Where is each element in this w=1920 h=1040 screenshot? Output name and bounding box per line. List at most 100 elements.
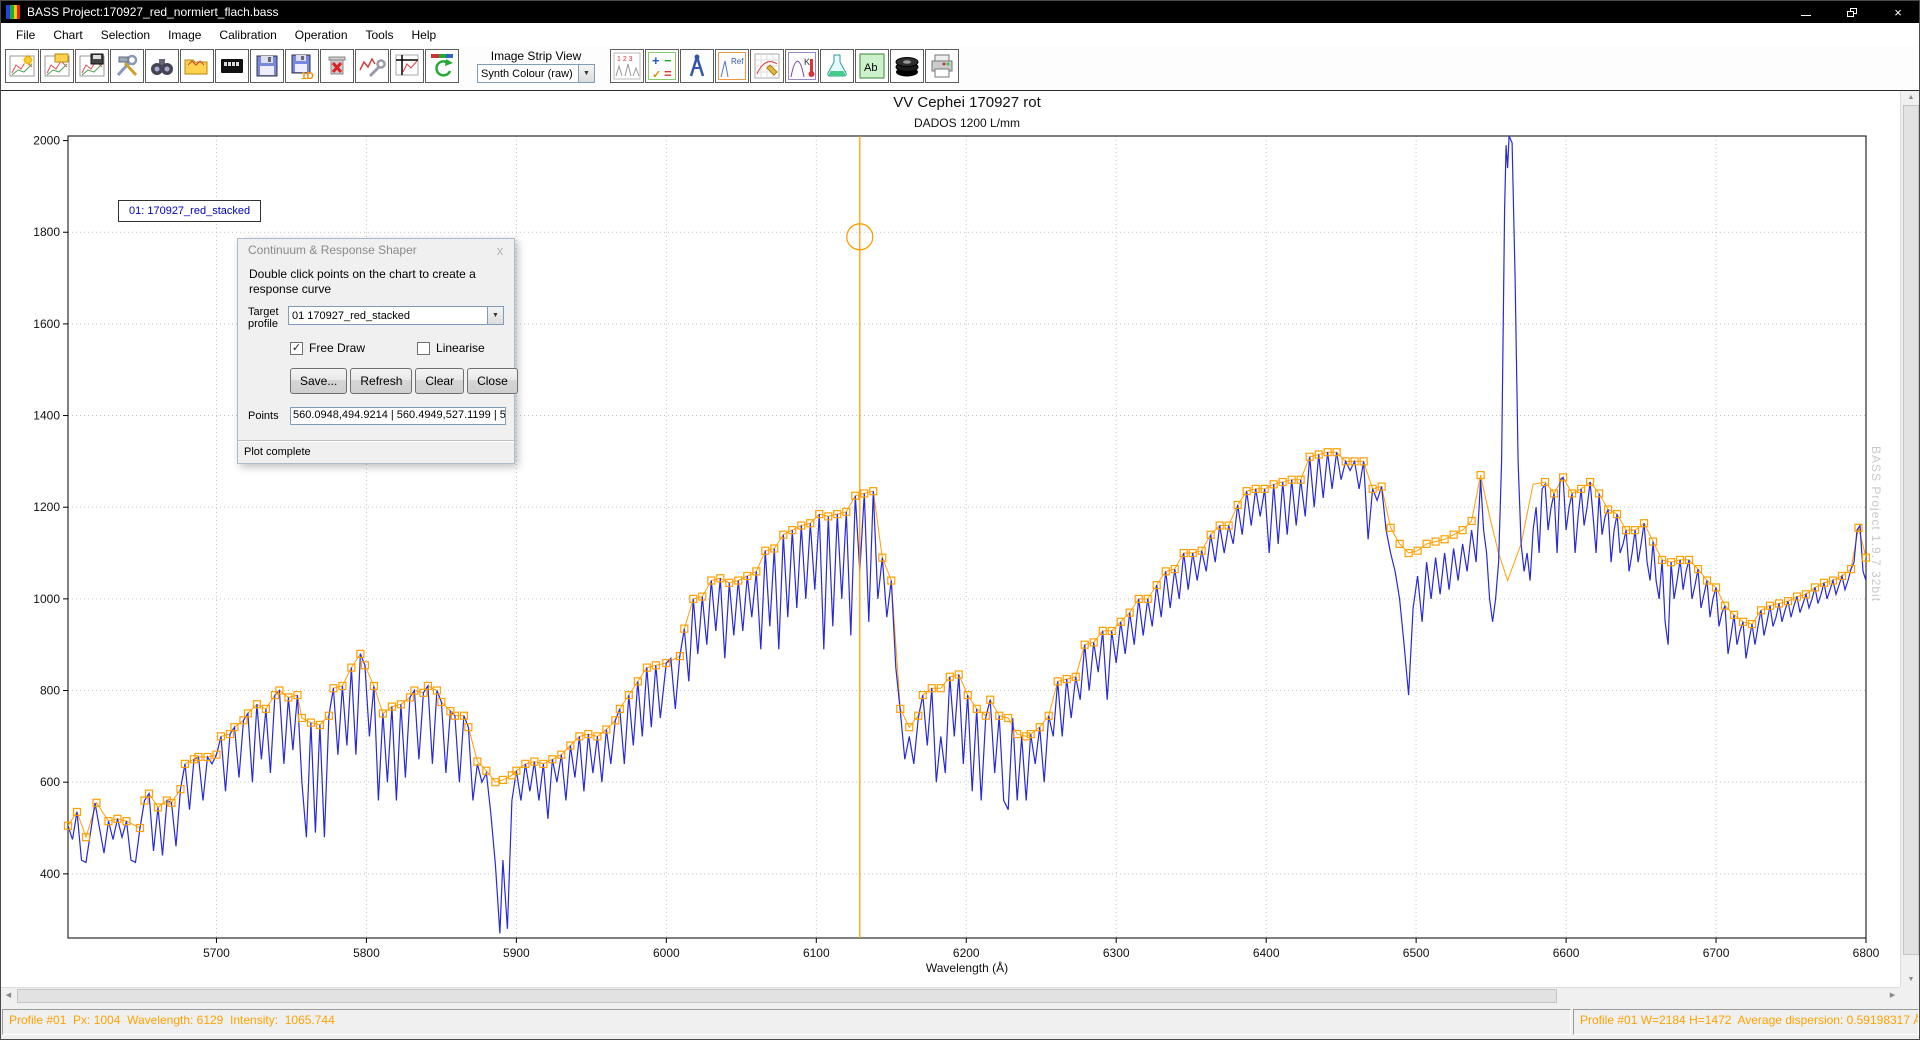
restore-button[interactable] [1829, 1, 1875, 23]
vertical-scrollbar[interactable]: ▲ ▼ [1900, 91, 1920, 987]
menu-help[interactable]: Help [403, 25, 446, 45]
image-strip-view-label: Image Strip View [491, 49, 582, 64]
svg-text:6200: 6200 [953, 946, 980, 960]
svg-text:6600: 6600 [1553, 946, 1580, 960]
printer-icon [928, 52, 956, 80]
crop-chart-button[interactable] [390, 49, 424, 83]
open-profile-button[interactable] [180, 49, 214, 83]
spectrum-chart[interactable]: 5700580059006000610062006300640065006600… [1, 91, 1900, 987]
scroll-right-icon[interactable]: ▶ [1885, 988, 1900, 1004]
app-icon [5, 4, 21, 20]
refresh-colour-button[interactable] [425, 49, 459, 83]
legend-box[interactable]: 01: 170927_red_stacked [118, 200, 261, 222]
scroll-down-icon[interactable]: ▼ [1901, 973, 1920, 987]
repair-profile-button[interactable] [355, 49, 389, 83]
peak-labels-button[interactable]: 1 2 3 [610, 49, 644, 83]
save-icon [253, 52, 281, 80]
menu-operation[interactable]: Operation [286, 25, 357, 45]
fix-profile-icon [358, 52, 386, 80]
svg-text:6000: 6000 [653, 946, 680, 960]
measure-button[interactable] [680, 49, 714, 83]
status-profile-info: Profile #01 W=2184 H=1472 Average disper… [1573, 1009, 1919, 1035]
linearise-checkbox[interactable] [417, 342, 430, 355]
status-bar: Profile #01 Px: 1004 Wavelength: 6129 In… [1, 1008, 1920, 1037]
scroll-up-icon[interactable]: ▲ [1901, 91, 1920, 105]
math-ops-icon: +−✓= [648, 52, 676, 80]
menu-calibration[interactable]: Calibration [210, 25, 285, 45]
horizontal-scrollbar[interactable]: ◀ ▶ [1, 987, 1900, 1004]
free-draw-checkbox[interactable]: ✓ [290, 342, 303, 355]
new-chart-button[interactable] [5, 49, 39, 83]
menu-chart[interactable]: Chart [44, 25, 91, 45]
target-profile-select[interactable]: 01 170927_red_stacked ▼ [288, 306, 504, 325]
menu-selection[interactable]: Selection [92, 25, 159, 45]
dialog-message: Double click points on the chart to crea… [238, 261, 514, 297]
compass-icon [683, 52, 711, 80]
binoculars-icon [148, 52, 176, 80]
save-1d-icon: 1D [288, 52, 316, 80]
title-bar: BASS Project:170927_red_normiert_flach.b… [1, 1, 1920, 23]
points-field[interactable]: 560.0948,494.9214 | 560.4949,527.1199 | … [290, 407, 506, 425]
refresh-button[interactable]: Refresh [350, 368, 412, 394]
scroll-left-icon[interactable]: ◀ [1, 988, 16, 1004]
chart-save-icon [78, 52, 106, 80]
menu-file[interactable]: File [7, 25, 44, 45]
open-chart-button[interactable] [40, 49, 74, 83]
save-button[interactable]: Save... [290, 368, 347, 394]
svg-text:800: 800 [40, 684, 60, 698]
draw-grid-icon [753, 52, 781, 80]
save-1d-button[interactable]: 1D [285, 49, 319, 83]
ref-peak-icon: Ref [718, 52, 746, 80]
elements-button[interactable]: Ab [855, 49, 889, 83]
vertical-scroll-thumb[interactable] [1903, 105, 1919, 955]
strip-view-select[interactable]: Synth Colour (raw) ▼ [477, 64, 595, 83]
tools-button[interactable] [110, 49, 144, 83]
close-dialog-button[interactable]: Close [467, 368, 518, 394]
svg-text:2000: 2000 [33, 134, 60, 148]
delete-button[interactable] [320, 49, 354, 83]
svg-text:K: K [804, 57, 810, 67]
print-button[interactable] [925, 49, 959, 83]
minimize-button[interactable] [1783, 1, 1829, 23]
dialog-close-icon[interactable]: x [492, 243, 508, 258]
flask-icon [823, 52, 851, 80]
menu-tools[interactable]: Tools [357, 25, 403, 45]
scrollbar-corner [1900, 987, 1920, 1004]
save-chart-button[interactable] [75, 49, 109, 83]
chevron-down-icon[interactable]: ▼ [578, 65, 594, 82]
close-button[interactable]: × [1875, 1, 1920, 23]
menu-bar: FileChartSelectionImageCalibrationOperat… [1, 23, 1920, 46]
svg-text:1400: 1400 [33, 409, 60, 423]
reference-overlay-button[interactable]: Ref [715, 49, 749, 83]
target-profile-label: Target profile [248, 306, 288, 330]
profile-maths-button[interactable]: +−✓= [645, 49, 679, 83]
dialog-title-bar[interactable]: Continuum & Response Shaper x [238, 239, 514, 261]
linearise-label: Linearise [436, 341, 485, 355]
chart-area[interactable]: 5700580059006000610062006300640065006600… [1, 91, 1900, 987]
continuum-shaper-button[interactable] [750, 49, 784, 83]
planck-button[interactable]: K [785, 49, 819, 83]
chart-open-icon [43, 52, 71, 80]
application-window: BASS Project:170927_red_normiert_flach.b… [0, 0, 1920, 1040]
save-button[interactable] [250, 49, 284, 83]
continuum-response-shaper-dialog: Continuum & Response Shaper x Double cli… [237, 238, 515, 464]
dialog-title: Continuum & Response Shaper [248, 243, 417, 257]
svg-text:1600: 1600 [33, 317, 60, 331]
menu-image[interactable]: Image [159, 25, 210, 45]
browse-button[interactable] [145, 49, 179, 83]
film-reels-button[interactable] [890, 49, 924, 83]
chart-title: VV Cephei 170927 rot [68, 94, 1866, 111]
chevron-down-icon[interactable]: ▼ [487, 307, 503, 324]
delete-icon [323, 52, 351, 80]
close-icon: × [1894, 5, 1902, 20]
svg-text:5700: 5700 [203, 946, 230, 960]
image-strip-button[interactable] [215, 49, 249, 83]
minimize-icon [1801, 15, 1811, 16]
clear-button[interactable]: Clear [415, 368, 464, 394]
element-icon: Ab [858, 52, 886, 80]
svg-text:6500: 6500 [1403, 946, 1430, 960]
chemistry-button[interactable] [820, 49, 854, 83]
svg-text:✓: ✓ [652, 69, 661, 80]
svg-text:400: 400 [40, 867, 60, 881]
horizontal-scroll-thumb[interactable] [17, 989, 1557, 1003]
